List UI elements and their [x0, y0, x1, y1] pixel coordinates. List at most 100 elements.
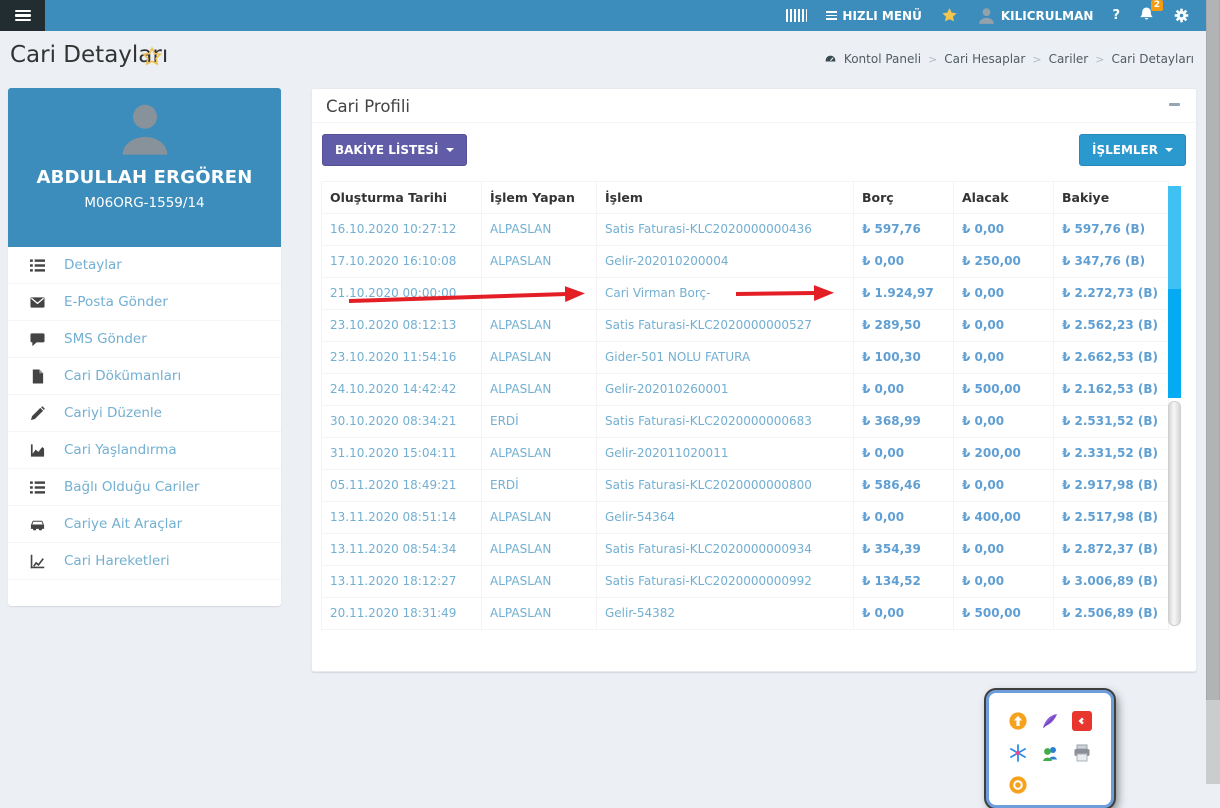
cell-debit: ₺ 597,76 [853, 213, 954, 246]
sidebar-item-cari-dokumanlari[interactable]: Cari Dökümanları [8, 358, 281, 395]
page-scrollbar [1206, 0, 1220, 784]
balance-list-button[interactable]: BAKİYE LİSTESİ [322, 134, 467, 166]
user-avatar-icon [978, 8, 994, 24]
sidebar-item-detaylar[interactable]: Detaylar [8, 247, 281, 284]
snowflake-icon[interactable] [1002, 743, 1034, 763]
cell-date: 13.11.2020 18:12:27 [321, 565, 482, 598]
cell-date: 23.10.2020 11:54:16 [321, 341, 482, 374]
table-scrollbar-track[interactable] [1168, 401, 1181, 626]
collapse-icon[interactable] [1169, 103, 1180, 106]
list-icon [30, 480, 64, 495]
table-row[interactable]: 23.10.2020 11:54:16 ALPASLAN Gider-501 NOL… [321, 341, 1169, 374]
cell-operation: Cari Virman Borç- [596, 277, 854, 310]
cell-balance: ₺ 597,76 (B) [1053, 213, 1169, 246]
chevron-down-icon [445, 148, 454, 152]
sidebar-item-bagli-oldugu-cariler[interactable]: Bağlı Olduğu Cariler [8, 469, 281, 506]
breadcrumb-item[interactable]: Kontol Paneli [844, 52, 921, 66]
breadcrumb-separator: > [928, 52, 938, 66]
cell-date: 23.10.2020 08:12:13 [321, 309, 482, 342]
list-icon [30, 258, 64, 273]
breadcrumb-item[interactable]: Cariler [1049, 52, 1089, 66]
sidebar-item-label: SMS Gönder [64, 331, 147, 347]
cell-debit: ₺ 0,00 [853, 245, 954, 278]
cell-balance: ₺ 2.517,98 (B) [1053, 501, 1169, 534]
floating-icon-tray [986, 690, 1114, 808]
cell-debit: ₺ 134,52 [853, 565, 954, 598]
table-row[interactable]: 20.11.2020 18:31:49 ALPASLAN Gelir-54382 ₺ … [321, 597, 1169, 630]
sidebar-item-cariyi-duzenle[interactable]: Cariyi Düzenle [8, 395, 281, 432]
cell-user: ALPASLAN [481, 597, 597, 630]
cell-debit: ₺ 368,99 [853, 405, 954, 438]
area-chart-icon [30, 443, 64, 458]
table-row[interactable]: 05.11.2020 18:49:21 ERDİ Satis Faturasi-KL… [321, 469, 1169, 502]
table-row[interactable]: 17.10.2020 16:10:08 ALPASLAN Gelir-2020102… [321, 245, 1169, 278]
table-row[interactable]: 21.10.2020 00:00:00 Cari Virman Borç- ₺ 1.… [321, 277, 1169, 310]
users-icon[interactable] [1034, 743, 1066, 763]
table-scrollbar-thumb-top[interactable] [1168, 186, 1181, 289]
cell-credit: ₺ 200,00 [953, 437, 1054, 470]
red-diamond-icon[interactable] [1066, 711, 1098, 731]
cell-debit: ₺ 0,00 [853, 437, 954, 470]
cell-debit: ₺ 1.924,97 [853, 277, 954, 310]
cell-user: ERDİ [481, 405, 597, 438]
cell-operation: Gelir-202010260001 [596, 373, 854, 406]
sidebar-item-cari-hareketleri[interactable]: Cari Hareketleri [8, 543, 281, 580]
actions-button[interactable]: İŞLEMLER [1079, 134, 1186, 166]
table-row[interactable]: 13.11.2020 08:51:14 ALPASLAN Gelir-54364 ₺ … [321, 501, 1169, 534]
cell-operation: Gelir-202010200004 [596, 245, 854, 278]
page-scrollbar-thumb[interactable] [1206, 0, 1220, 700]
breadcrumb-items: Kontol Paneli > Cari Hesaplar > Cariler > Cari… [844, 52, 1194, 66]
printer-icon[interactable] [1066, 743, 1098, 763]
help-button[interactable]: ? [1112, 8, 1120, 23]
column-header: İşlem Yapan [481, 181, 597, 214]
sidebar-item-eposta-gonder[interactable]: E-Posta Gönder [8, 284, 281, 321]
breadcrumb: Kontol Paneli > Cari Hesaplar > Cariler > Cari… [824, 52, 1194, 66]
cell-balance: ₺ 2.272,73 (B) [1053, 277, 1169, 310]
table-row[interactable]: 31.10.2020 15:04:11 ALPASLAN Gelir-2020110… [321, 437, 1169, 470]
cell-operation: Satis Faturasi-KLC2020000000527 [596, 309, 854, 342]
sidebar-footer [8, 580, 281, 606]
favorite-page-button[interactable] [141, 46, 163, 72]
notifications-button[interactable]: 2 [1139, 0, 1163, 25]
cell-operation: Satis Faturasi-KLC2020000000992 [596, 565, 854, 598]
barcode-icon [786, 9, 808, 22]
table-row[interactable]: 24.10.2020 14:42:42 ALPASLAN Gelir-2020102… [321, 373, 1169, 406]
cell-debit: ₺ 0,00 [853, 501, 954, 534]
quick-menu-button[interactable]: HIZLI MENÜ [826, 9, 922, 23]
favorites-button[interactable] [941, 7, 958, 24]
orange-circle-icon[interactable] [1002, 775, 1034, 795]
balance-list-label: BAKİYE LİSTESİ [335, 143, 439, 157]
settings-button[interactable] [1173, 7, 1190, 24]
breadcrumb-item[interactable]: Cari Hesaplar [944, 52, 1025, 66]
table-row[interactable]: 16.10.2020 10:27:12 ALPASLAN Satis Faturas… [321, 213, 1169, 246]
sidebar-item-sms-gonder[interactable]: SMS Gönder [8, 321, 281, 358]
cell-credit: ₺ 0,00 [953, 533, 1054, 566]
transactions-table-body: 16.10.2020 10:27:12 ALPASLAN Satis Faturas… [321, 213, 1169, 630]
cell-user: ALPASLAN [481, 565, 597, 598]
column-header: Bakiye [1053, 181, 1169, 214]
tray-grid [989, 693, 1111, 795]
column-header: Alacak [953, 181, 1054, 214]
table-row[interactable]: 30.10.2020 08:34:21 ERDİ Satis Faturasi-KL… [321, 405, 1169, 438]
cell-operation: Satis Faturasi-KLC2020000000934 [596, 533, 854, 566]
user-menu-button[interactable]: KILICRULMAN [977, 6, 1093, 25]
table-row[interactable]: 13.11.2020 18:12:27 ALPASLAN Satis Faturas… [321, 565, 1169, 598]
table-row[interactable]: 23.10.2020 08:12:13 ALPASLAN Satis Faturas… [321, 309, 1169, 342]
table-row[interactable]: 13.11.2020 08:54:34 ALPASLAN Satis Faturas… [321, 533, 1169, 566]
feather-icon[interactable] [1034, 711, 1066, 731]
cell-user: ALPASLAN [481, 245, 597, 278]
table-scrollbar-thumb[interactable] [1168, 289, 1181, 398]
cell-balance: ₺ 347,76 (B) [1053, 245, 1169, 278]
sidebar-item-cari-yaslandirma[interactable]: Cari Yaşlandırma [8, 432, 281, 469]
sidebar-toggle-button[interactable] [0, 0, 45, 31]
line-chart-icon [30, 554, 64, 569]
transactions-table: Oluşturma Tarihi İşlem Yapan İşlem Borç Alac… [321, 181, 1169, 630]
cell-debit: ₺ 354,39 [853, 533, 954, 566]
dashboard-icon [825, 55, 836, 62]
barcode-button[interactable] [786, 9, 808, 22]
cell-user [481, 277, 597, 310]
sidebar-item-label: Detaylar [64, 257, 122, 273]
cell-balance: ₺ 3.006,89 (B) [1053, 565, 1169, 598]
sidebar-item-cariye-ait-araclar[interactable]: Cariye Ait Araçlar [8, 506, 281, 543]
orange-up-arrow-icon[interactable] [1002, 711, 1034, 731]
